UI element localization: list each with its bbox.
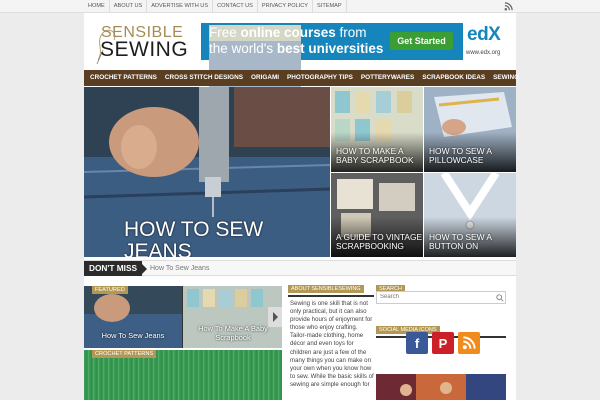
tile-sew-button[interactable]: How To Sew A Button On	[424, 173, 516, 257]
dont-miss-ticker: Don't Miss How To Sew Jeans	[84, 260, 516, 276]
site-logo[interactable]: SENSIBLE SEWING	[94, 20, 194, 66]
ad-line1-bold: online courses	[240, 25, 336, 40]
ad-line1-pre: Free	[209, 25, 241, 40]
nav-potterywares[interactable]: POTTERYWARES	[357, 70, 418, 86]
search-icon[interactable]	[496, 294, 504, 302]
nav-origami[interactable]: ORIGAMI	[247, 70, 283, 86]
top-nav-privacy[interactable]: PRIVACY POLICY	[258, 0, 314, 13]
top-nav: HOME ABOUT US ADVERTISE WITH US CONTACT …	[84, 0, 347, 13]
search-field[interactable]	[376, 291, 506, 304]
nav-sewing[interactable]: SEWING	[489, 70, 523, 86]
nav-scrapbook-ideas[interactable]: SCRAPBOOK IDEAS	[418, 70, 489, 86]
logo-line2: SEWING	[100, 38, 189, 61]
hero-slide[interactable]: How To Sew Jeans	[84, 87, 330, 257]
nav-cross-stitch[interactable]: CROSS STITCH DESIGNS	[161, 70, 247, 86]
edx-logo-text: edX	[467, 24, 501, 45]
game-ad-art	[376, 374, 506, 400]
featured-item-jeans[interactable]: How To Sew Jeans	[84, 286, 182, 348]
tile-baby-scrapbook[interactable]: How To Make A Baby Scrapbook	[331, 87, 423, 172]
rss-icon[interactable]	[458, 332, 480, 354]
ad-line2-bold: best universities	[276, 41, 384, 56]
top-nav-home[interactable]: HOME	[84, 0, 110, 13]
edx-url: www.edx.org	[466, 50, 501, 56]
ad-line2-pre: the world's	[209, 41, 277, 56]
featured-title[interactable]: How To Make A Baby Scrapbook	[191, 324, 275, 342]
edx-ad-banner[interactable]: Free online courses from the world's bes…	[201, 23, 511, 126]
featured-badge: FEATURED	[92, 286, 128, 294]
dont-miss-link[interactable]: How To Sew Jeans	[150, 261, 209, 276]
pinterest-icon[interactable]: P	[432, 332, 454, 354]
top-nav-contact[interactable]: CONTACT US	[213, 0, 258, 13]
carousel-next-button[interactable]	[268, 307, 282, 327]
right-sidebar: SEARCH SOCIAL MEDIA ICONS f P	[376, 277, 516, 400]
top-nav-about[interactable]: ABOUT US	[110, 0, 148, 13]
nav-crochet-patterns[interactable]: CROCHET PATTERNS	[86, 70, 161, 86]
about-text: Sewing is one skill that is not only pra…	[290, 300, 374, 388]
tile-pillowcase[interactable]: How To Sew A Pillowcase	[424, 87, 516, 172]
dont-miss-label: Don't Miss	[84, 261, 147, 276]
about-heading-bar: ABOUT SENSIBLESEWING	[288, 277, 374, 297]
page-wrapper: SENSIBLE SEWING Free online courses from…	[84, 13, 519, 400]
crochet-badge: CROCHET PATTERNS	[92, 350, 157, 358]
featured-carousel[interactable]: How To Sew Jeans How To Make A Baby Scra…	[84, 286, 282, 348]
tile-title[interactable]: How To Sew A Button On	[429, 233, 516, 251]
rss-glyph	[462, 336, 476, 350]
main-nav: CROCHET PATTERNS CROSS STITCH DESIGNS OR…	[84, 70, 519, 86]
tile-title[interactable]: How To Make A Baby Scrapbook	[336, 147, 423, 165]
ad-line1-post: from	[335, 25, 367, 40]
about-heading: ABOUT SENSIBLESEWING	[288, 285, 364, 293]
rss-icon[interactable]	[504, 2, 513, 11]
edx-logo: edX www.edx.org	[463, 23, 511, 60]
facebook-icon[interactable]: f	[406, 332, 428, 354]
nav-photography-tips[interactable]: PHOTOGRAPHY TIPS	[283, 70, 357, 86]
about-widget: ABOUT SENSIBLESEWING Sewing is one skill…	[288, 277, 374, 400]
top-nav-advertise[interactable]: ADVERTISE WITH US	[147, 0, 214, 13]
featured-title[interactable]: How To Sew Jeans	[98, 331, 168, 341]
top-bar: HOME ABOUT US ADVERTISE WITH US CONTACT …	[0, 0, 600, 13]
tile-title[interactable]: A Guide To Vintage Scrapbooking	[336, 233, 423, 251]
social-icons: f P	[406, 332, 480, 354]
game-ad-image[interactable]	[376, 374, 506, 400]
top-nav-sitemap[interactable]: SITEMAP	[313, 0, 347, 13]
tile-title[interactable]: How To Sew A Pillowcase	[429, 147, 516, 165]
crochet-patterns-block[interactable]: CROCHET PATTERNS	[84, 350, 282, 400]
tile-vintage-scrapbooking[interactable]: A Guide To Vintage Scrapbooking	[331, 173, 423, 257]
search-input[interactable]	[380, 294, 490, 300]
hero-title[interactable]: How To Sew Jeans	[124, 218, 330, 257]
get-started-button[interactable]: Get Started	[390, 32, 453, 50]
